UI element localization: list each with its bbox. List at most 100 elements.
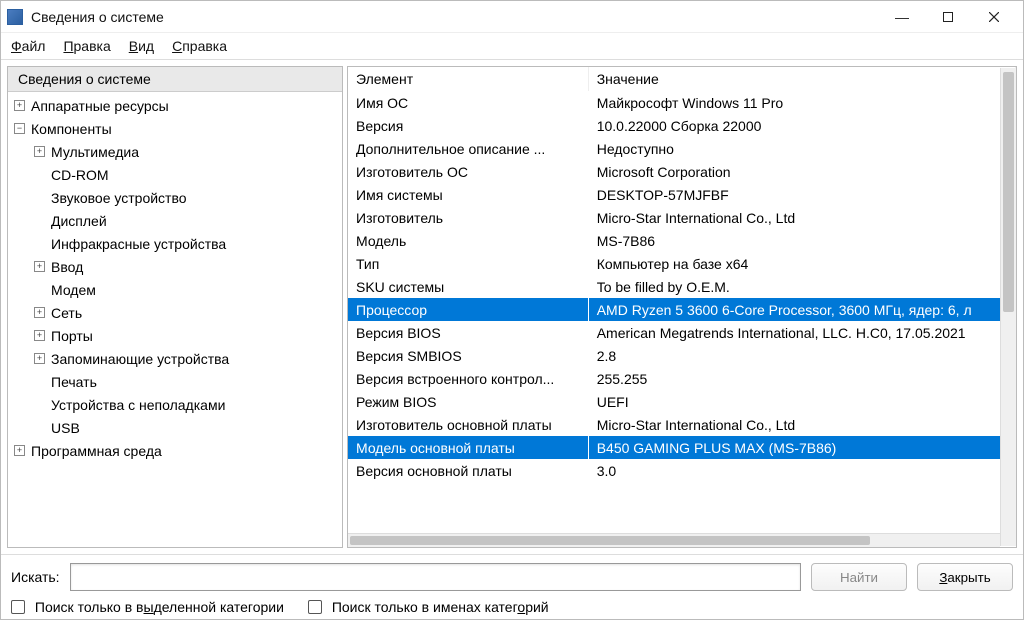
nav-root[interactable]: Сведения о системе [8,67,342,92]
cell-element: Изготовитель ОС [348,160,588,183]
minimize-button[interactable]: — [879,1,925,33]
cell-value: Micro-Star International Co., Ltd [588,206,1015,229]
tree-item-label: Ввод [51,259,83,275]
menu-file[interactable]: Файл [11,38,45,54]
tree-item[interactable]: Модем [8,278,342,301]
cell-value: MS-7B86 [588,229,1015,252]
close-panel-button[interactable]: Закрыть [917,563,1013,591]
table-row[interactable]: Версия основной платы3.0 [348,459,1016,482]
cell-value: 2.8 [588,344,1015,367]
table-row[interactable]: Версия10.0.22000 Сборка 22000 [348,114,1016,137]
expand-icon[interactable]: + [34,261,45,272]
tree-item-label: Печать [51,374,97,390]
table-row[interactable]: Модель основной платыB450 GAMING PLUS MA… [348,436,1016,459]
maximize-button[interactable] [925,1,971,33]
tree-item-label: Инфракрасные устройства [51,236,226,252]
expand-icon[interactable]: + [34,330,45,341]
search-label: Искать: [11,569,60,585]
tree-item-label: Порты [51,328,93,344]
cell-element: Изготовитель основной платы [348,413,588,436]
find-button[interactable]: Найти [811,563,907,591]
search-area: Искать: Найти Закрыть Поиск только в выд… [1,555,1023,619]
vertical-scrollbar[interactable] [1000,68,1016,546]
table-row[interactable]: SKU системыTo be filled by O.E.M. [348,275,1016,298]
menu-help-label: правка [182,38,227,54]
tree-item[interactable]: +Программная среда [8,439,342,462]
table-row[interactable]: МодельMS-7B86 [348,229,1016,252]
tree-item[interactable]: Инфракрасные устройства [8,232,342,255]
cell-element: SKU системы [348,275,588,298]
expand-icon[interactable]: + [14,100,25,111]
tree-item[interactable]: + Сеть [8,301,342,324]
tree-item[interactable]: + Мультимедиа [8,140,342,163]
cell-element: Изготовитель [348,206,588,229]
close-button[interactable] [971,1,1017,33]
cell-value: 3.0 [588,459,1015,482]
tree-item[interactable]: Дисплей [8,209,342,232]
table-row[interactable]: Версия встроенного контрол...255.255 [348,367,1016,390]
cell-element: Версия основной платы [348,459,588,482]
menu-help[interactable]: Справка [172,38,227,54]
cell-element: Модель основной платы [348,436,588,459]
tree-item-label: Аппаратные ресурсы [31,98,169,114]
checkbox-icon [11,600,25,614]
details-table-wrap: Элемент Значение Имя ОСМайкрософт Window… [348,67,1016,547]
table-row[interactable]: Изготовитель ОСMicrosoft Corporation [348,160,1016,183]
expand-icon[interactable]: + [34,353,45,364]
tree-item-label: Запоминающие устройства [51,351,229,367]
tree-item-label: CD-ROM [51,167,109,183]
table-row[interactable]: ИзготовительMicro-Star International Co.… [348,206,1016,229]
expand-icon[interactable]: + [14,445,25,456]
table-row[interactable]: Режим BIOSUEFI [348,390,1016,413]
search-input[interactable] [70,563,801,591]
checkbox-selected-category[interactable]: Поиск только в выделенной категории [11,599,284,615]
tree-item-label: USB [51,420,80,436]
menu-edit[interactable]: Правка [63,38,110,54]
tree-item[interactable]: Устройства с неполадками [8,393,342,416]
expand-icon[interactable]: + [34,146,45,157]
title-bar: Сведения о системе — [1,1,1023,33]
cell-value: AMD Ryzen 5 3600 6-Core Processor, 3600 … [588,298,1015,321]
table-row[interactable]: Имя ОСМайкрософт Windows 11 Pro [348,91,1016,114]
table-row[interactable]: Дополнительное описание ...Недоступно [348,137,1016,160]
cell-value: Компьютер на базе x64 [588,252,1015,275]
menu-bar: Файл Правка Вид Справка [1,33,1023,59]
cell-value: Недоступно [588,137,1015,160]
tree-item[interactable]: Печать [8,370,342,393]
cell-element: Имя системы [348,183,588,206]
col-header-element[interactable]: Элемент [348,67,588,91]
table-row[interactable]: ПроцессорAMD Ryzen 5 3600 6-Core Process… [348,298,1016,321]
expand-icon[interactable]: + [34,307,45,318]
tree-item[interactable]: + Запоминающие устройства [8,347,342,370]
tree-item[interactable]: + Ввод [8,255,342,278]
checkbox-category-names[interactable]: Поиск только в именах категорий [308,599,549,615]
tree-item[interactable]: + Порты [8,324,342,347]
table-row[interactable]: Изготовитель основной платыMicro-Star In… [348,413,1016,436]
cell-value: 255.255 [588,367,1015,390]
window-title: Сведения о системе [31,9,164,25]
tree-item[interactable]: CD-ROM [8,163,342,186]
table-row[interactable]: Версия BIOSAmerican Megatrends Internati… [348,321,1016,344]
tree-item-label: Мультимедиа [51,144,139,160]
horizontal-scrollbar[interactable] [348,533,1000,547]
col-header-value[interactable]: Значение [588,67,1015,91]
details-pane: Элемент Значение Имя ОСМайкрософт Window… [347,66,1017,548]
cell-element: Версия SMBIOS [348,344,588,367]
tree-item[interactable]: Звуковое устройство [8,186,342,209]
checkbox-icon [308,600,322,614]
tree-item[interactable]: −Компоненты [8,117,342,140]
app-icon [7,9,23,25]
menu-file-label: айл [22,38,46,54]
cell-element: Версия BIOS [348,321,588,344]
table-row[interactable]: Версия SMBIOS2.8 [348,344,1016,367]
menu-view[interactable]: Вид [129,38,154,54]
tree-item[interactable]: + Аппаратные ресурсы [8,94,342,117]
tree-item-label: Сеть [51,305,82,321]
collapse-icon[interactable]: − [14,123,25,134]
table-row[interactable]: ТипКомпьютер на базе x64 [348,252,1016,275]
details-table: Элемент Значение Имя ОСМайкрософт Window… [348,67,1016,482]
tree-container: + Аппаратные ресурсы −Компоненты + Мультимед… [8,92,342,547]
tree-item[interactable]: USB [8,416,342,439]
tree-item-label: Звуковое устройство [51,190,187,206]
table-row[interactable]: Имя системыDESKTOP-57MJFBF [348,183,1016,206]
